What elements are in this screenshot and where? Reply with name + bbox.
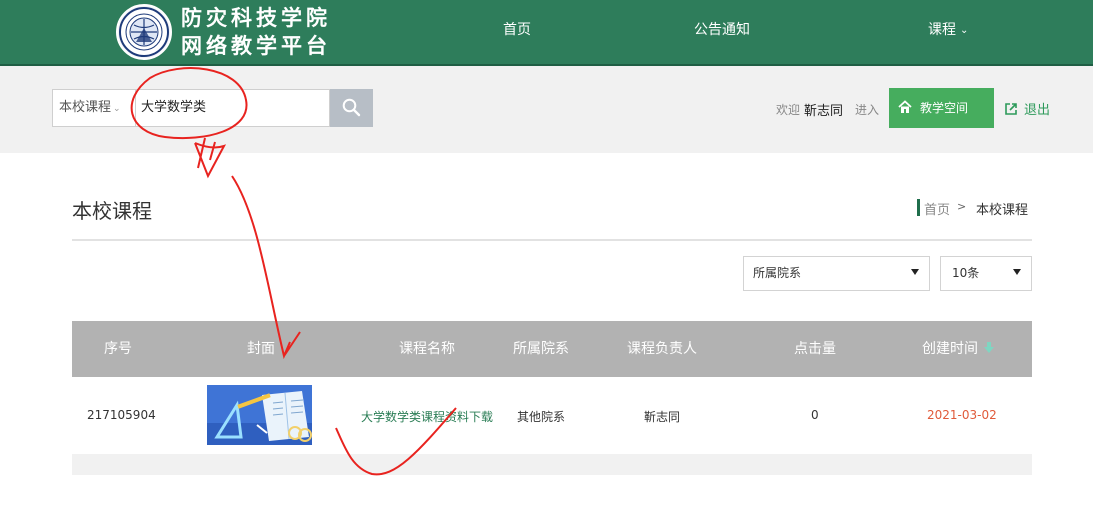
column-header-clicks: 点击量 — [794, 341, 836, 357]
seal-emblem-icon — [119, 7, 169, 57]
table-footer — [72, 454, 1032, 475]
caret-down-icon: ⌄ — [113, 104, 121, 114]
nav-course-menu[interactable]: 课程 ⌄ — [928, 0, 968, 60]
course-name-link[interactable]: 大学数学类课程资料下载 — [361, 408, 493, 425]
created-header-label: 创建时间 — [922, 341, 978, 357]
sort-down-icon — [984, 342, 994, 353]
enter-text: 进入 — [855, 103, 880, 117]
nav-home[interactable]: 首页 — [503, 0, 531, 60]
breadcrumb-current: 本校课程 — [976, 203, 1029, 218]
cell-clicks: 0 — [811, 408, 819, 422]
breadcrumb-separator: > — [957, 200, 967, 213]
page-size-select[interactable]: 10条 — [940, 256, 1032, 291]
cell-created-date: 2021-03-02 — [927, 408, 997, 422]
table-header: 序号 封面 课程名称 所属院系 课程负责人 点击量 创建时间 — [72, 321, 1032, 377]
page-size-label: 10条 — [952, 266, 980, 280]
column-header-id: 序号 — [104, 341, 132, 357]
welcome-text: 欢迎 — [776, 103, 801, 117]
dropdown-caret-icon — [911, 269, 919, 275]
chevron-down-icon: ⌄ — [960, 25, 969, 36]
math-cover-image — [207, 385, 312, 445]
home-icon — [898, 100, 912, 113]
table-row: 217105904 大学数学类课程资料下载 其他院系 靳志同 0 2021-03… — [72, 377, 1032, 454]
breadcrumb-home-link[interactable]: 首页 — [924, 199, 950, 218]
brand-line-school: 防灾科技学院 — [181, 5, 331, 30]
search-button[interactable] — [330, 89, 373, 127]
column-header-cover: 封面 — [247, 341, 275, 357]
course-cover-image[interactable] — [207, 385, 312, 445]
dropdown-caret-icon — [1013, 269, 1021, 275]
logout-link[interactable]: 退出 — [1004, 99, 1050, 118]
breadcrumb-marker — [917, 199, 920, 216]
cell-department: 其他院系 — [517, 410, 566, 424]
column-header-created[interactable]: 创建时间 — [922, 321, 994, 377]
nav-notice[interactable]: 公告通知 — [694, 0, 750, 60]
logout-icon — [1005, 103, 1017, 115]
platform-brand: 防灾科技学院 网络教学平台 — [181, 4, 331, 60]
search-icon — [342, 98, 361, 117]
brand-line-platform: 网络教学平台 — [181, 33, 331, 58]
teaching-space-label: 教学空间 — [920, 101, 969, 115]
cell-id: 217105904 — [87, 408, 156, 422]
search-scope-label: 本校课程 — [59, 100, 112, 115]
teaching-space-button[interactable]: 教学空间 — [889, 88, 994, 128]
search-input[interactable]: 大学数学类 — [135, 89, 330, 127]
user-name: 靳志同 — [804, 104, 844, 119]
department-filter-select[interactable]: 所属院系 — [743, 256, 930, 291]
column-header-department: 所属院系 — [513, 341, 569, 357]
page-title: 本校课程 — [72, 199, 152, 223]
top-navbar: 防灾科技学院 网络教学平台 首页 公告通知 课程 ⌄ — [0, 0, 1093, 64]
school-seal-logo[interactable] — [116, 4, 172, 60]
column-header-name: 课程名称 — [399, 341, 455, 357]
logout-label: 退出 — [1024, 103, 1051, 118]
department-filter-label: 所属院系 — [753, 266, 802, 280]
nav-course-label: 课程 — [928, 22, 956, 38]
column-header-owner: 课程负责人 — [627, 341, 697, 357]
cell-owner: 靳志同 — [644, 410, 681, 424]
title-divider — [72, 239, 1032, 241]
search-scope-select[interactable]: 本校课程 ⌄ — [52, 89, 135, 127]
